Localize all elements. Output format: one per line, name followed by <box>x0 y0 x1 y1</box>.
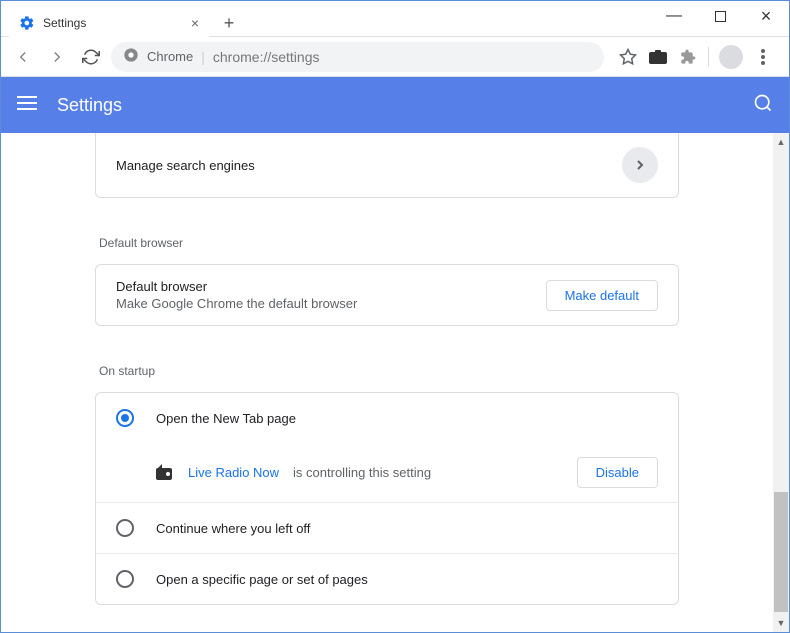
radio-icon <box>156 464 174 482</box>
avatar[interactable] <box>719 45 743 69</box>
disable-extension-button[interactable]: Disable <box>577 457 658 488</box>
hamburger-icon[interactable] <box>17 96 37 115</box>
scroll-thumb[interactable] <box>774 492 788 612</box>
minimize-button[interactable]: — <box>651 1 697 31</box>
close-tab-icon[interactable]: × <box>191 15 199 31</box>
advanced-toggle[interactable]: Advanced ▼ <box>95 625 679 632</box>
radio-selected-icon <box>116 409 134 427</box>
reload-button[interactable] <box>77 43 105 71</box>
extension-name-link[interactable]: Live Radio Now <box>188 465 279 480</box>
search-icon[interactable] <box>753 93 773 118</box>
star-icon[interactable] <box>618 47 638 67</box>
url-divider: | <box>201 49 205 65</box>
settings-header: Settings <box>1 77 789 133</box>
tab-strip: Settings × + <box>1 1 243 37</box>
radio-unselected-icon <box>116 519 134 537</box>
toolbar-actions <box>610 45 781 69</box>
extension-controlling-text: is controlling this setting <box>293 465 563 480</box>
row-label: Default browser <box>116 279 546 294</box>
section-title-on-startup: On startup <box>95 346 679 392</box>
gear-icon <box>19 15 35 31</box>
option-label: Continue where you left off <box>156 521 310 536</box>
option-label: Open a specific page or set of pages <box>156 572 368 587</box>
close-window-button[interactable]: × <box>743 1 789 31</box>
chevron-right-icon <box>622 147 658 183</box>
startup-option-continue[interactable]: Continue where you left off <box>96 502 678 553</box>
address-bar[interactable]: Chrome | chrome://settings <box>111 42 604 72</box>
default-browser-row: Default browser Make Google Chrome the d… <box>96 265 678 325</box>
window-controls: — × <box>651 1 789 31</box>
maximize-button[interactable] <box>697 1 743 31</box>
row-subtitle: Make Google Chrome the default browser <box>116 296 546 311</box>
scroll-down-icon[interactable]: ▼ <box>774 616 788 630</box>
on-startup-card: Open the New Tab page Live Radio Now is … <box>95 392 679 605</box>
url-scheme-label: Chrome <box>147 49 193 64</box>
kebab-menu-icon[interactable] <box>753 47 773 67</box>
toolbar-separator <box>708 47 709 67</box>
browser-tab[interactable]: Settings × <box>9 9 209 37</box>
startup-option-new-tab[interactable]: Open the New Tab page <box>96 393 678 443</box>
row-label: Manage search engines <box>116 158 622 173</box>
make-default-button[interactable]: Make default <box>546 280 658 311</box>
new-tab-button[interactable]: + <box>215 9 243 37</box>
scrollbar[interactable]: ▲ ▼ <box>773 133 789 632</box>
option-label: Open the New Tab page <box>156 411 296 426</box>
extension-icon-2[interactable] <box>678 47 698 67</box>
extension-controlling-row: Live Radio Now is controlling this setti… <box>96 443 678 502</box>
page-title: Settings <box>57 95 753 116</box>
radio-unselected-icon <box>116 570 134 588</box>
settings-content: Manage search engines Default browser De… <box>1 133 773 632</box>
section-title-default-browser: Default browser <box>95 218 679 264</box>
chrome-page-icon <box>123 47 139 66</box>
tab-title: Settings <box>43 16 183 30</box>
startup-option-specific-pages[interactable]: Open a specific page or set of pages <box>96 553 678 604</box>
url-text: chrome://settings <box>213 49 320 65</box>
default-browser-card: Default browser Make Google Chrome the d… <box>95 264 679 326</box>
extension-icon-1[interactable] <box>648 47 668 67</box>
scroll-up-icon[interactable]: ▲ <box>774 135 788 149</box>
browser-toolbar: Chrome | chrome://settings <box>1 37 789 77</box>
forward-button[interactable] <box>43 43 71 71</box>
manage-search-engines-row[interactable]: Manage search engines <box>96 133 678 197</box>
back-button[interactable] <box>9 43 37 71</box>
window-titlebar: Settings × + — × <box>1 1 789 37</box>
